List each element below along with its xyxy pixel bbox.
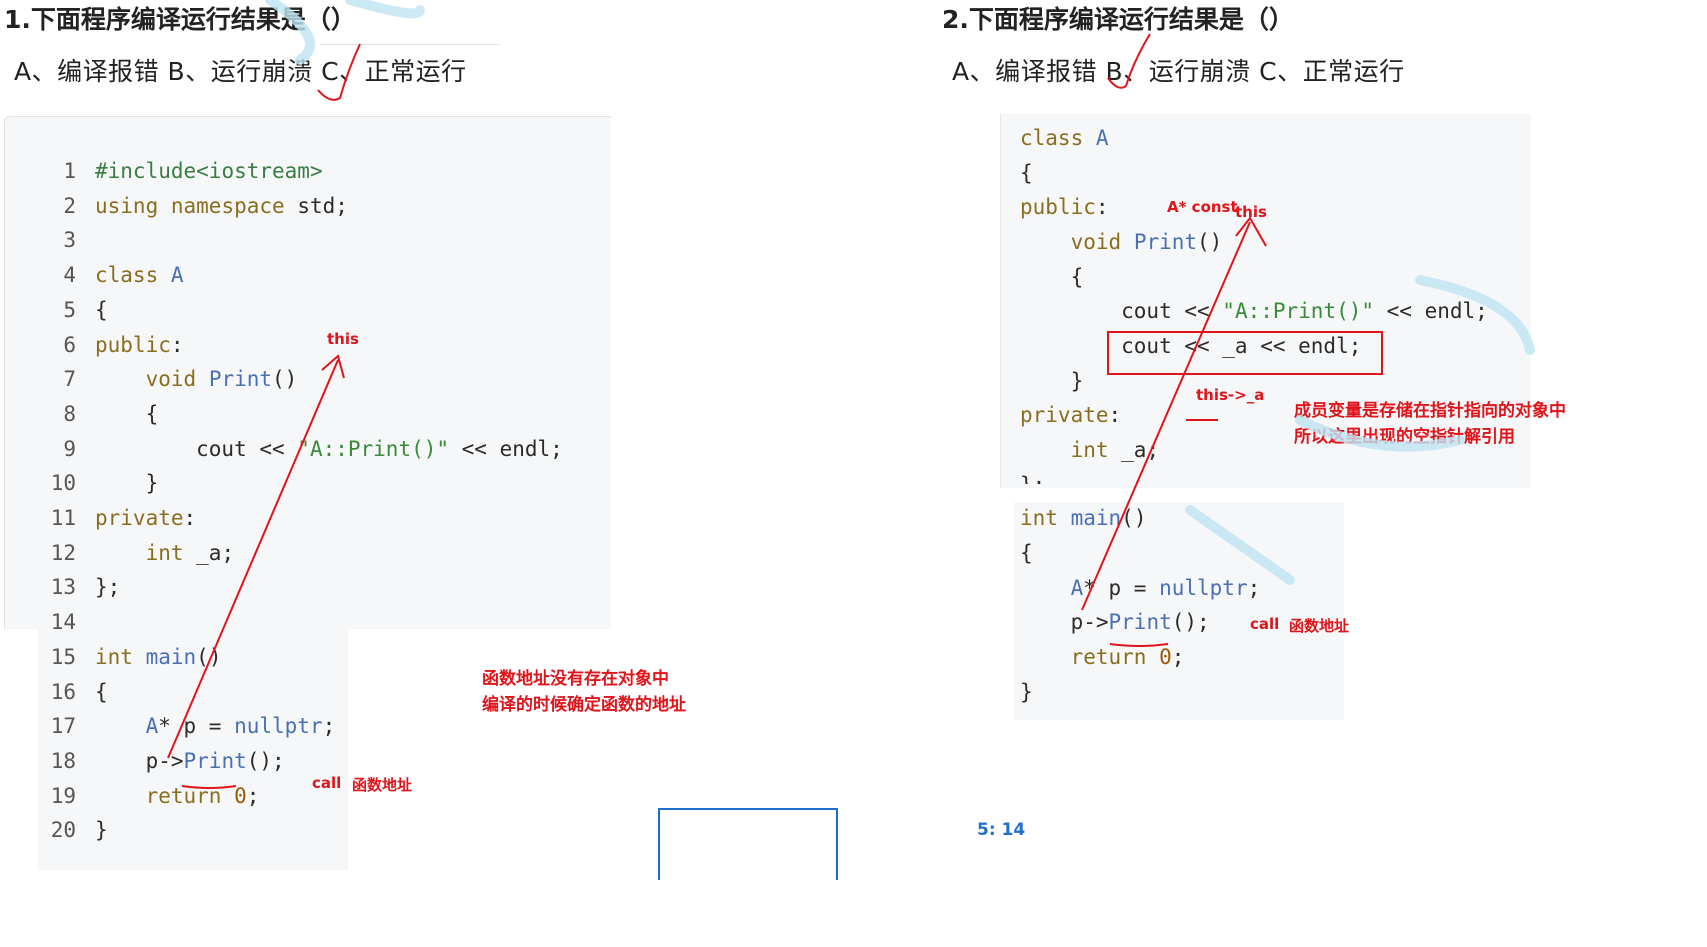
q2-code-line: return 0;: [1070, 645, 1185, 669]
q1-note-line1: 函数地址没有存在对象中: [482, 669, 669, 689]
q1-line-number: 1: [63, 159, 76, 183]
q2-code-line: cout << "A::Print()" << endl;: [1020, 299, 1488, 323]
q1-line-number: 15: [50, 644, 76, 669]
q2-code-line: {: [1020, 265, 1084, 289]
q1-line-number: 4: [63, 263, 76, 288]
q2-code-line: class A: [1020, 126, 1109, 150]
q1-code-line: {: [95, 297, 108, 322]
q1-line-number: 7: [63, 367, 76, 392]
q1-note-line2: 编译的时候确定函数的地址: [482, 695, 686, 715]
q2-code-line: }: [1020, 680, 1033, 704]
blue-frame: [658, 808, 838, 880]
q2-highlight-box: [1107, 331, 1383, 375]
q1-code-line: p->Print();: [95, 748, 285, 773]
q1-call-label: call: [312, 774, 342, 792]
q1-line-number: 20: [50, 818, 76, 843]
q1-line-number: 18: [50, 748, 76, 773]
q2-func-addr-label: 函数地址: [1289, 617, 1350, 635]
q1-code-line: using namespace std;: [95, 193, 348, 218]
q1-code-line: }: [95, 471, 159, 496]
q1-code-line: A* p = nullptr;: [145, 714, 336, 739]
q1-line-number: 2: [63, 193, 76, 218]
q1-line-number: 5: [63, 297, 76, 322]
q2-code-line: public:: [1020, 195, 1109, 219]
q1-code-line: {: [95, 401, 159, 426]
q1-func-addr-label: 函数地址: [352, 776, 413, 794]
q1-line-number: 6: [63, 332, 76, 357]
q1-line-number: 10: [50, 471, 76, 496]
q1-code-line: cout << "A::Print()" << endl;: [95, 436, 563, 461]
q2-this-label: this: [1235, 203, 1267, 221]
q2-code-line: }: [1020, 369, 1084, 393]
q1-line-number: 19: [50, 783, 76, 808]
q2-code-line: {: [1020, 161, 1033, 185]
q1-code-line: return 0;: [145, 783, 260, 808]
q2-code-line: p->Print();: [1020, 610, 1210, 634]
q1-title: 1.下面程序编译运行结果是（）: [4, 5, 356, 34]
q2-note-line1: 成员变量是存储在指针指向的对象中: [1294, 401, 1566, 421]
q1-line-number: 3: [63, 228, 76, 253]
q2-title: 2.下面程序编译运行结果是（）: [942, 5, 1294, 34]
q1-line-number: 8: [63, 401, 76, 426]
q1-line-number: 12: [50, 540, 76, 565]
q1-code-line: };: [95, 575, 121, 600]
q1-this-label: this: [327, 330, 359, 348]
q1-code-line: int _a;: [145, 540, 235, 565]
q1-code-line: #include<iostream>: [95, 159, 323, 183]
q1-code-line: class A: [95, 263, 184, 288]
q2-note-line2: 所以这里出现的空指针解引用: [1294, 427, 1515, 447]
q2-call-label: call: [1250, 615, 1280, 633]
q1-options: A、编译报错 B、运行崩溃 C、正常运行: [14, 57, 467, 86]
q1-code-line: }: [95, 818, 108, 843]
q2-this-a-label: this->_a: [1196, 386, 1265, 404]
q2-code-line: int _a;: [1070, 438, 1160, 462]
q1-code-line: private:: [95, 506, 197, 530]
q2-code-line: A* p = nullptr;: [1070, 576, 1261, 600]
q2-code-line: int main(): [1020, 506, 1147, 530]
watermark-stroke-2: [345, 0, 425, 19]
q1-title-underline: [320, 44, 500, 45]
q2-code-line: {: [1020, 541, 1033, 565]
q1-line-number: 9: [63, 436, 76, 461]
q1-line-number: 11: [50, 506, 76, 530]
q1-line-number: 16: [50, 679, 76, 704]
q1-line-number: 14: [50, 610, 76, 635]
q2-options: A、编译报错 B、运行崩溃 C、正常运行: [952, 57, 1405, 86]
q1-line-number: 17: [50, 714, 76, 739]
q1-line-number: 13: [50, 575, 76, 600]
q2-code-line: };: [1020, 468, 1045, 484]
q1-code-line: {: [95, 679, 108, 704]
q2-code-line: private:: [1020, 403, 1122, 427]
q1-code-line: int main(): [95, 644, 222, 669]
q2-code-line: void Print(): [1070, 230, 1223, 254]
q2-a-const-label: A* const: [1167, 198, 1238, 216]
q1-code-line: public:: [95, 332, 184, 357]
timestamp: 5: 14: [977, 820, 1026, 840]
q1-code-line: void Print(): [145, 367, 298, 392]
